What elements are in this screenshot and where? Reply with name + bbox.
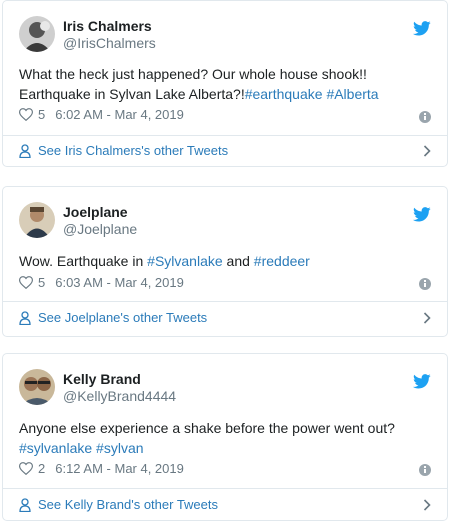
tweet-text: Anyone else experience a shake before th…: [19, 418, 429, 458]
info-icon[interactable]: [419, 111, 431, 123]
person-icon: [19, 310, 31, 325]
tweet-timestamp[interactable]: 6:03 AM - Mar 4, 2019: [55, 275, 184, 290]
hashtag-link[interactable]: #Alberta: [326, 86, 378, 102]
tweet-timestamp[interactable]: 6:12 AM - Mar 4, 2019: [55, 461, 184, 476]
author-name[interactable]: Kelly Brand: [63, 371, 141, 387]
twitter-bird-icon[interactable]: [413, 207, 431, 222]
tweet-card-kelly-brand[interactable]: Kelly Brand @KellyBrand4444 Anyone else …: [2, 353, 448, 521]
author-name[interactable]: Iris Chalmers: [63, 18, 152, 34]
heart-icon[interactable]: [19, 108, 33, 121]
see-other-tweets-link[interactable]: See Kelly Brand's other Tweets: [19, 497, 431, 512]
author-handle[interactable]: @KellyBrand4444: [63, 388, 176, 404]
info-icon[interactable]: [419, 464, 431, 476]
divider: [3, 488, 447, 489]
see-other-tweets-label[interactable]: See Iris Chalmers's other Tweets: [38, 143, 228, 158]
like-count[interactable]: 5: [38, 275, 45, 290]
hashtag-link[interactable]: #sylvanlake: [19, 440, 92, 456]
divider: [3, 301, 447, 302]
tweet-text-body: Wow. Earthquake in: [19, 253, 148, 269]
like-count[interactable]: 5: [38, 107, 45, 122]
tweet-text: Wow. Earthquake in #Sylvanlake and #redd…: [19, 251, 429, 271]
hashtag-link[interactable]: #reddeer: [254, 253, 310, 269]
tweet-text: What the heck just happened? Our whole h…: [19, 64, 429, 104]
see-other-tweets-link[interactable]: See Joelplane's other Tweets: [19, 310, 431, 325]
twitter-bird-icon[interactable]: [413, 374, 431, 389]
heart-icon[interactable]: [19, 462, 33, 475]
hashtag-link[interactable]: #Sylvanlake: [147, 253, 223, 269]
tweet-card-joelplane[interactable]: Joelplane @Joelplane Wow. Earthquake in …: [2, 186, 448, 337]
author-handle[interactable]: @Joelplane: [63, 221, 137, 237]
avatar[interactable]: [19, 369, 55, 405]
chevron-right-icon[interactable]: [423, 145, 431, 157]
tweet-meta: 5 6:02 AM - Mar 4, 2019: [19, 107, 184, 122]
like-count[interactable]: 2: [38, 461, 45, 476]
see-other-tweets-link[interactable]: See Iris Chalmers's other Tweets: [19, 143, 431, 158]
heart-icon[interactable]: [19, 276, 33, 289]
tweet-meta: 2 6:12 AM - Mar 4, 2019: [19, 461, 184, 476]
see-other-tweets-label[interactable]: See Joelplane's other Tweets: [38, 310, 207, 325]
person-icon: [19, 497, 31, 512]
twitter-bird-icon[interactable]: [413, 21, 431, 36]
chevron-right-icon[interactable]: [423, 499, 431, 511]
tweet-card-iris-chalmers[interactable]: Iris Chalmers @IrisChalmers What the hec…: [2, 0, 448, 167]
tweet-meta: 5 6:03 AM - Mar 4, 2019: [19, 275, 184, 290]
person-icon: [19, 143, 31, 158]
author-handle[interactable]: @IrisChalmers: [63, 35, 156, 51]
tweet-timestamp[interactable]: 6:02 AM - Mar 4, 2019: [55, 107, 184, 122]
tweet-text-body: Anyone else experience a shake before th…: [19, 420, 395, 436]
avatar[interactable]: [19, 202, 55, 238]
see-other-tweets-label[interactable]: See Kelly Brand's other Tweets: [38, 497, 218, 512]
avatar[interactable]: [19, 16, 55, 52]
hashtag-link[interactable]: #sylvan: [96, 440, 143, 456]
chevron-right-icon[interactable]: [423, 312, 431, 324]
tweet-text-body: and: [222, 253, 254, 269]
divider: [3, 135, 447, 136]
hashtag-link[interactable]: #earthquake: [245, 86, 323, 102]
author-name[interactable]: Joelplane: [63, 204, 128, 220]
info-icon[interactable]: [419, 278, 431, 290]
